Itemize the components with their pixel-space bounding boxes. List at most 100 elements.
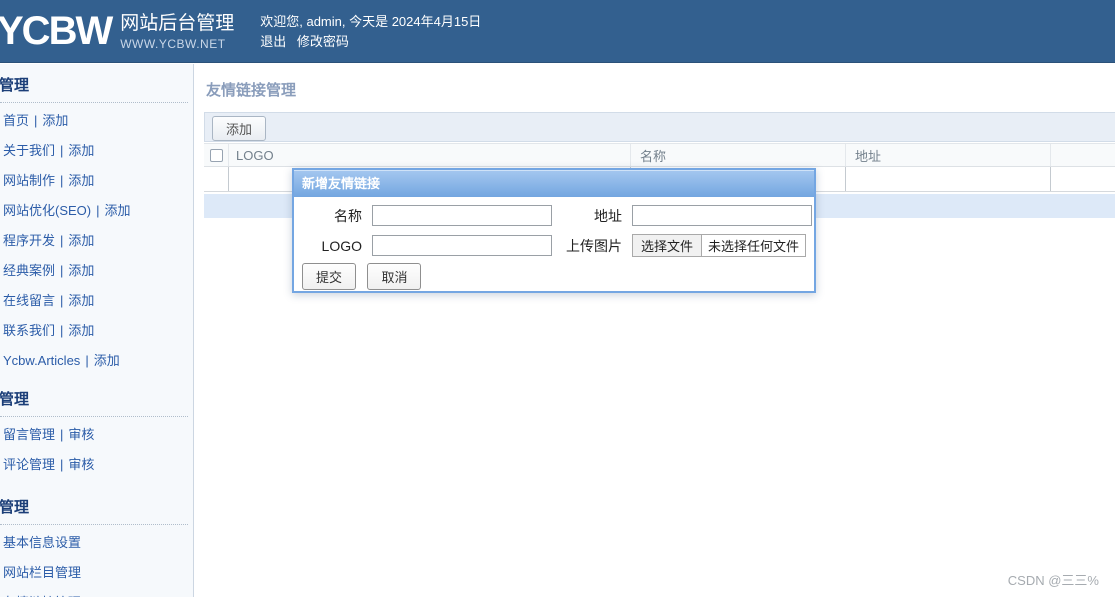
name-label: 名称: [334, 208, 362, 224]
sidebar-add-link[interactable]: 添加: [105, 203, 131, 218]
link-divider: |: [85, 353, 89, 368]
site-url: WWW.YCBW.NET: [120, 37, 226, 51]
sidebar-link[interactable]: 在线留言: [3, 293, 55, 308]
sidebar-add-link[interactable]: 添加: [42, 113, 68, 128]
sidebar-item-cases: 经典案例 | 添加: [3, 256, 193, 286]
address-input[interactable]: [632, 205, 812, 226]
sidebar-link[interactable]: 首页: [3, 113, 29, 128]
sidebar-link[interactable]: 网站制作: [3, 173, 55, 188]
upload-label: 上传图片: [566, 238, 622, 254]
link-divider: |: [60, 233, 64, 248]
sidebar-link[interactable]: 经典案例: [3, 263, 55, 278]
sidebar-section-system-title: 统管理: [0, 499, 30, 516]
add-button[interactable]: 添加: [212, 116, 267, 141]
name-input[interactable]: [372, 205, 552, 226]
address-label: 地址: [594, 208, 622, 224]
sidebar-section-content-title: 容管理: [0, 77, 30, 94]
toolbar: 添加: [204, 112, 1115, 142]
logo-label: LOGO: [321, 238, 362, 254]
sidebar-item-about: 关于我们 | 添加: [3, 136, 193, 166]
link-divider: |: [60, 173, 64, 188]
sidebar-content-list: 首页 | 添加 关于我们 | 添加 网站制作 | 添加 网站优化(SEO) | 添加 程序开发 |…: [3, 106, 193, 376]
submit-button[interactable]: 提交: [302, 263, 357, 290]
main-content: 友情链接管理 添加 LOGO 名称 地址: [195, 64, 1115, 597]
sidebar-item-contact: 联系我们 | 添加: [3, 316, 193, 346]
logo-input[interactable]: [372, 235, 552, 256]
link-divider: |: [60, 293, 64, 308]
modal-footer: 提交 取消: [294, 259, 814, 290]
table-header-name: 名称: [631, 144, 846, 166]
site-title: 网站后台管理: [120, 13, 235, 34]
table-cell: [204, 167, 229, 191]
sidebar-add-link[interactable]: 添加: [68, 233, 94, 248]
sidebar-item-webdesign: 网站制作 | 添加: [3, 166, 193, 196]
sidebar-add-link[interactable]: 添加: [68, 293, 94, 308]
sidebar-link[interactable]: Ycbw.Articles: [3, 353, 80, 368]
sidebar-item-articles: Ycbw.Articles | 添加: [3, 346, 193, 376]
upload-file-input[interactable]: 选择文件 未选择任何文件: [632, 234, 806, 257]
select-all-checkbox[interactable]: [209, 148, 223, 162]
divider: [0, 102, 188, 103]
choose-file-button[interactable]: 选择文件: [633, 235, 703, 256]
link-divider: |: [60, 263, 64, 278]
welcome-text: 欢迎您, admin, 今天是 2024年4月15日: [260, 14, 482, 29]
link-divider: |: [60, 143, 64, 158]
sidebar-section-other-title: 他管理: [0, 391, 30, 408]
add-friend-link-modal: 新增友情链接 名称 地址 LOGO 上传图片 选择文件 未选择任何文件 提交 取…: [292, 168, 816, 293]
link-divider: |: [60, 323, 64, 338]
logout-link[interactable]: 退出: [260, 34, 286, 49]
table-header-address: 地址: [846, 144, 1051, 166]
sidebar-link[interactable]: 基本信息设置: [3, 535, 81, 550]
sidebar-system-list: 基本信息设置 网站栏目管理 友情链接管理: [3, 528, 193, 597]
top-header: YCBW 网站后台管理 WWW.YCBW.NET 欢迎您, admin, 今天是…: [0, 0, 1115, 63]
sidebar-item-basic-settings: 基本信息设置: [3, 528, 193, 558]
link-divider: |: [60, 427, 64, 442]
link-divider: |: [96, 203, 100, 218]
page-title: 友情链接管理: [206, 82, 297, 99]
modal-title: 新增友情链接: [294, 170, 814, 197]
sidebar-link[interactable]: 联系我们: [3, 323, 55, 338]
sidebar: 容管理 首页|添加 关于我们|添加 网站制作|添加 网站优化(SEO)|添加 程…: [0, 64, 194, 597]
sidebar-item-seo: 网站优化(SEO) | 添加: [3, 196, 193, 226]
sidebar-item-home: 首页 | 添加: [3, 106, 193, 136]
sidebar-add-link[interactable]: 添加: [68, 263, 94, 278]
sidebar-add-link[interactable]: 添加: [94, 353, 120, 368]
welcome-block: 欢迎您, admin, 今天是 2024年4月15日 退出 修改密码: [260, 12, 481, 52]
sidebar-add-link[interactable]: 添加: [68, 323, 94, 338]
sidebar-item-friend-links: 友情链接管理: [3, 588, 193, 597]
divider: [0, 524, 188, 525]
modal-body: 名称 地址 LOGO 上传图片 选择文件 未选择任何文件: [294, 197, 814, 259]
sidebar-link[interactable]: 关于我们: [3, 143, 55, 158]
sidebar-review-link[interactable]: 审核: [68, 457, 94, 472]
sidebar-link[interactable]: 留言管理: [3, 427, 55, 442]
sidebar-review-link[interactable]: 审核: [68, 427, 94, 442]
link-divider: |: [34, 113, 38, 128]
divider: [0, 416, 188, 417]
sidebar-link[interactable]: 程序开发: [3, 233, 55, 248]
sidebar-link[interactable]: 网站栏目管理: [3, 565, 81, 580]
sidebar-item-message: 在线留言 | 添加: [3, 286, 193, 316]
table-header-actions: [1051, 144, 1115, 166]
sidebar-add-link[interactable]: 添加: [68, 143, 94, 158]
file-status-text: 未选择任何文件: [708, 239, 800, 254]
site-identity: 网站后台管理 WWW.YCBW.NET: [120, 13, 234, 51]
cancel-button[interactable]: 取消: [367, 263, 422, 290]
logo: YCBW: [0, 8, 113, 53]
account-links: 退出 修改密码: [260, 32, 481, 52]
sidebar-add-link[interactable]: 添加: [68, 173, 94, 188]
link-divider: |: [60, 457, 64, 472]
sidebar-link[interactable]: 评论管理: [3, 457, 55, 472]
table-header-logo: LOGO: [229, 144, 631, 166]
csdn-watermark: CSDN @三三%: [1007, 573, 1099, 588]
sidebar-item-comments: 评论管理 | 审核: [3, 450, 193, 480]
sidebar-item-dev: 程序开发 | 添加: [3, 226, 193, 256]
table-header-row: LOGO 名称 地址: [204, 143, 1115, 167]
table-cell: [846, 167, 1051, 191]
table-cell: [1051, 167, 1115, 191]
sidebar-item-site-columns: 网站栏目管理: [3, 558, 193, 588]
sidebar-link[interactable]: 网站优化(SEO): [3, 203, 91, 218]
change-password-link[interactable]: 修改密码: [297, 34, 349, 49]
table-header-checkbox-cell: [204, 144, 229, 166]
sidebar-item-guestbook: 留言管理 | 审核: [3, 420, 193, 450]
sidebar-other-list: 留言管理 | 审核 评论管理 | 审核: [3, 420, 193, 480]
